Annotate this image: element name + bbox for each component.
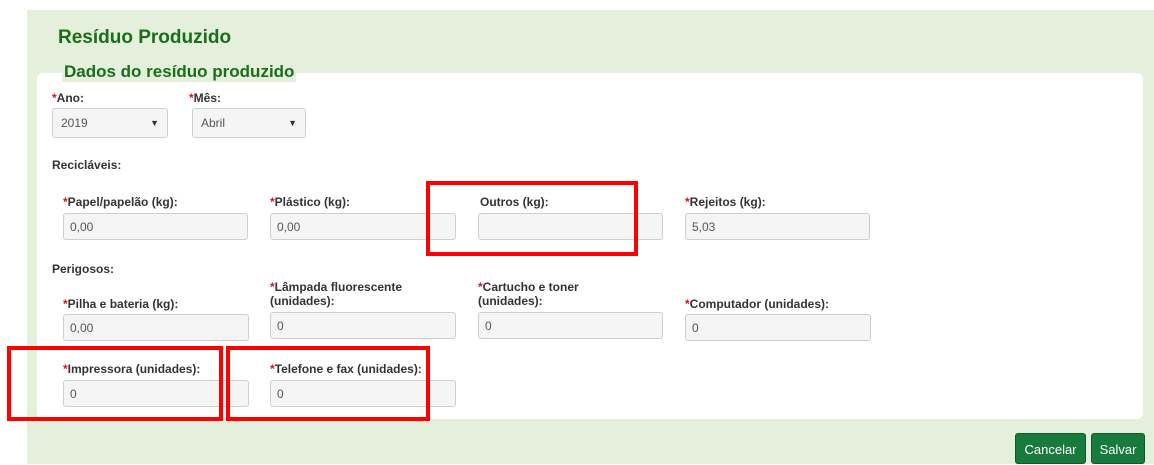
pilha-input[interactable] [63,314,249,341]
highlight-outros [426,181,638,256]
highlight-telefone [226,346,430,421]
reciclaveis-heading: Recicláveis: [52,158,122,172]
papel-input[interactable] [63,213,248,240]
plastico-label: *Plástico (kg): [270,195,351,209]
pilha-label: *Pilha e bateria (kg): [63,297,179,311]
ano-select[interactable]: 2019 ▼ [52,108,168,138]
section-title: Dados do resíduo produzido [62,62,297,82]
perigosos-heading: Perigosos: [52,262,115,276]
chevron-down-icon: ▼ [288,118,297,128]
mes-selected-value: Abril [201,116,226,130]
computador-input[interactable] [685,314,871,341]
save-button[interactable]: Salvar [1091,433,1145,464]
mes-select[interactable]: Abril ▼ [192,108,306,138]
highlight-impressora [7,346,223,421]
ano-selected-value: 2019 [61,116,88,130]
cartucho-input[interactable] [478,312,663,339]
mes-label: *Mês: [189,91,222,105]
lampada-label: *Lâmpada fluorescente (unidades): [270,280,403,308]
ano-label: *Ano: [52,91,84,105]
chevron-down-icon: ▼ [150,118,159,128]
rejeitos-label: *Rejeitos (kg): [685,195,766,209]
papel-label: *Papel/papelão (kg): [63,195,178,209]
cancel-button[interactable]: Cancelar [1015,433,1086,464]
rejeitos-input[interactable] [685,213,870,240]
computador-label: *Computador (unidades): [685,297,829,311]
cartucho-label: *Cartucho e toner (unidades): [478,280,579,308]
page-title: Resíduo Produzido [58,27,232,48]
lampada-input[interactable] [270,312,456,339]
